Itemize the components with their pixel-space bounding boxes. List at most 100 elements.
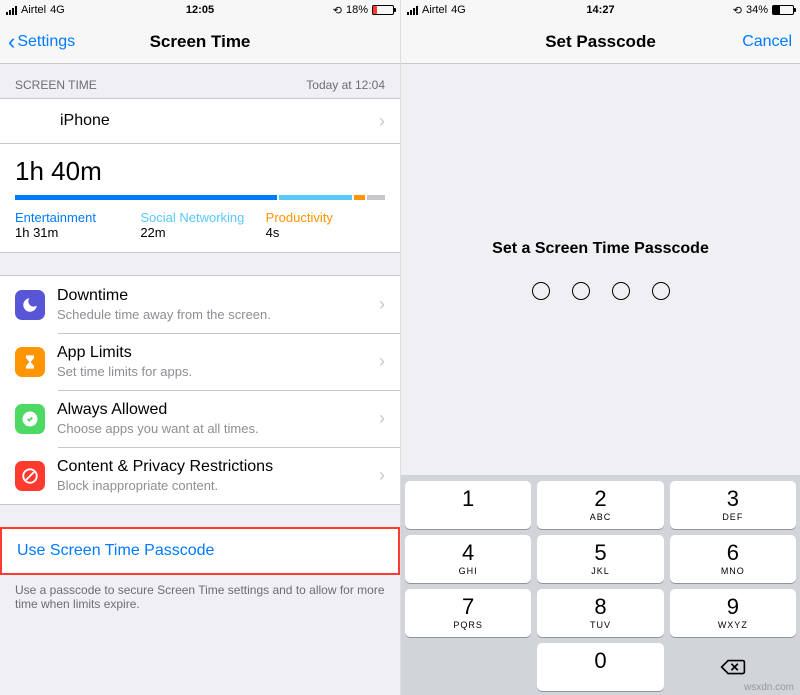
keypad-key-4[interactable]: 4 GHI [405, 535, 531, 583]
prohibited-icon [15, 461, 45, 491]
key-number: 3 [727, 488, 739, 510]
key-number: 1 [462, 488, 474, 510]
key-number: 2 [594, 488, 606, 510]
key-letters: JKL [591, 566, 610, 576]
passcode-dot [652, 282, 670, 300]
passcode-footer-text: Use a passcode to secure Screen Time set… [0, 575, 400, 625]
battery-icon [772, 5, 794, 15]
keypad-row: 4 GHI 5JKL 6 MNO [405, 535, 796, 583]
cancel-label: Cancel [742, 33, 792, 51]
chevron-right-icon: › [379, 465, 385, 486]
usage-bar-segment [15, 195, 277, 200]
usage-categories: Entertainment1h 31mSocial Networking22mP… [0, 210, 400, 252]
cancel-button[interactable]: Cancel [734, 20, 800, 63]
chevron-left-icon: ‹ [8, 31, 15, 53]
menu-row-subtitle: Schedule time away from the screen. [57, 307, 373, 322]
section-header: SCREEN TIME Today at 12:04 [0, 64, 400, 98]
keypad-row: 0 [405, 643, 796, 691]
usage-category: Social Networking22m [140, 210, 259, 240]
device-label: iPhone [60, 112, 373, 130]
hourglass-icon [15, 347, 45, 377]
rotation-lock-icon: ⟲ [733, 4, 742, 17]
key-letters: ABC [590, 512, 612, 522]
usage-bar [15, 195, 385, 200]
moon-icon [15, 290, 45, 320]
key-number: 7 [462, 596, 474, 618]
usage-category: Entertainment1h 31m [15, 210, 134, 240]
keypad-row: 7PQRS 8 TUV 9 WXYZ [405, 589, 796, 637]
key-letters: MNO [721, 566, 745, 576]
usage-block: 1h 40m Entertainment1h 31mSocial Network… [0, 143, 400, 253]
passcode-prompt: Set a Screen Time Passcode [492, 240, 709, 258]
menu-row-downtime[interactable]: Downtime Schedule time away from the scre… [0, 276, 400, 333]
keypad-key-7[interactable]: 7PQRS [405, 589, 531, 637]
menu-row-subtitle: Set time limits for apps. [57, 364, 373, 379]
usage-category: Productivity4s [266, 210, 385, 240]
passcode-area: Set a Screen Time Passcode [401, 64, 800, 475]
key-letters: TUV [590, 620, 611, 630]
device-row[interactable]: iPhone › [0, 99, 400, 143]
usage-category-label: Social Networking [140, 210, 259, 225]
page-title: Set Passcode [545, 32, 656, 52]
numeric-keypad: 1 2 ABC 3 DEF 4 GHI 5JKL 6 MNO 7PQRS 8 TUV 9 WXYZ 0 [401, 475, 800, 695]
passcode-dots [532, 282, 670, 300]
key-letters: WXYZ [718, 620, 748, 630]
watermark: wsxdn.com [744, 682, 794, 693]
usage-bar-segment [354, 195, 365, 200]
usage-bar-remainder [367, 195, 385, 200]
keypad-key-1[interactable]: 1 [405, 481, 531, 529]
status-time: 12:05 [186, 4, 214, 16]
key-letters: DEF [722, 512, 743, 522]
menu-row-app-limits[interactable]: App LimitsSet time limits for apps.› [0, 333, 400, 390]
menu-row-title: Content & Privacy Restrictions [57, 458, 373, 476]
key-number: 4 [462, 542, 474, 564]
phone-set-passcode: Airtel 4G 14:27 ⟲ 34% Set Passcode Cance… [400, 0, 800, 695]
keypad-key-2[interactable]: 2 ABC [537, 481, 663, 529]
rotation-lock-icon: ⟲ [333, 4, 342, 17]
keypad-key-9[interactable]: 9 WXYZ [670, 589, 796, 637]
signal-icon [6, 6, 17, 15]
back-button[interactable]: ‹ Settings [0, 20, 83, 63]
menu-row-title: Always Allowed [57, 401, 373, 419]
key-number: 8 [594, 596, 606, 618]
passcode-dot [612, 282, 630, 300]
device-cell-group: iPhone › [0, 98, 400, 144]
usage-category-value: 4s [266, 225, 385, 240]
menu-row-subtitle: Block inappropriate content. [57, 478, 373, 493]
use-passcode-label: Use Screen Time Passcode [17, 542, 214, 560]
settings-menu: Downtime Schedule time away from the scre… [0, 275, 400, 505]
nav-bar: ‹ Settings Screen Time [0, 20, 400, 64]
key-letters: GHI [459, 566, 478, 576]
signal-icon [407, 6, 418, 15]
menu-row-title: Downtime [57, 287, 373, 305]
chevron-right-icon: › [379, 111, 385, 132]
menu-row-title: App Limits [57, 344, 373, 362]
back-label: Settings [17, 33, 75, 51]
network-label: 4G [50, 4, 65, 16]
battery-pct: 18% [346, 4, 368, 16]
usage-total: 1h 40m [0, 144, 400, 195]
key-number: 6 [727, 542, 739, 564]
usage-category-label: Productivity [266, 210, 385, 225]
passcode-dot [572, 282, 590, 300]
usage-category-label: Entertainment [15, 210, 134, 225]
keypad-key-6[interactable]: 6 MNO [670, 535, 796, 583]
menu-row-content-privacy-restrictions[interactable]: Content & Privacy Restrictions Block inap… [0, 447, 400, 504]
keypad-key-5[interactable]: 5JKL [537, 535, 663, 583]
check-badge-icon [15, 404, 45, 434]
passcode-dot [532, 282, 550, 300]
use-passcode-cell[interactable]: Use Screen Time Passcode [0, 527, 400, 575]
keypad-key-8[interactable]: 8 TUV [537, 589, 663, 637]
carrier-label: Airtel [21, 4, 46, 16]
phone-screen-time: Airtel 4G 12:05 ⟲ 18% ‹ Settings Screen … [0, 0, 400, 695]
battery-icon [372, 5, 394, 15]
keypad-key-0[interactable]: 0 [537, 643, 663, 691]
nav-bar: Set Passcode Cancel [401, 20, 800, 64]
keypad-spacer [405, 643, 531, 691]
menu-row-always-allowed[interactable]: Always AllowedChoose apps you want at al… [0, 390, 400, 447]
key-number: 9 [727, 596, 739, 618]
battery-pct: 34% [746, 4, 768, 16]
page-title: Screen Time [150, 32, 251, 52]
keypad-key-3[interactable]: 3 DEF [670, 481, 796, 529]
carrier-label: Airtel [422, 4, 447, 16]
